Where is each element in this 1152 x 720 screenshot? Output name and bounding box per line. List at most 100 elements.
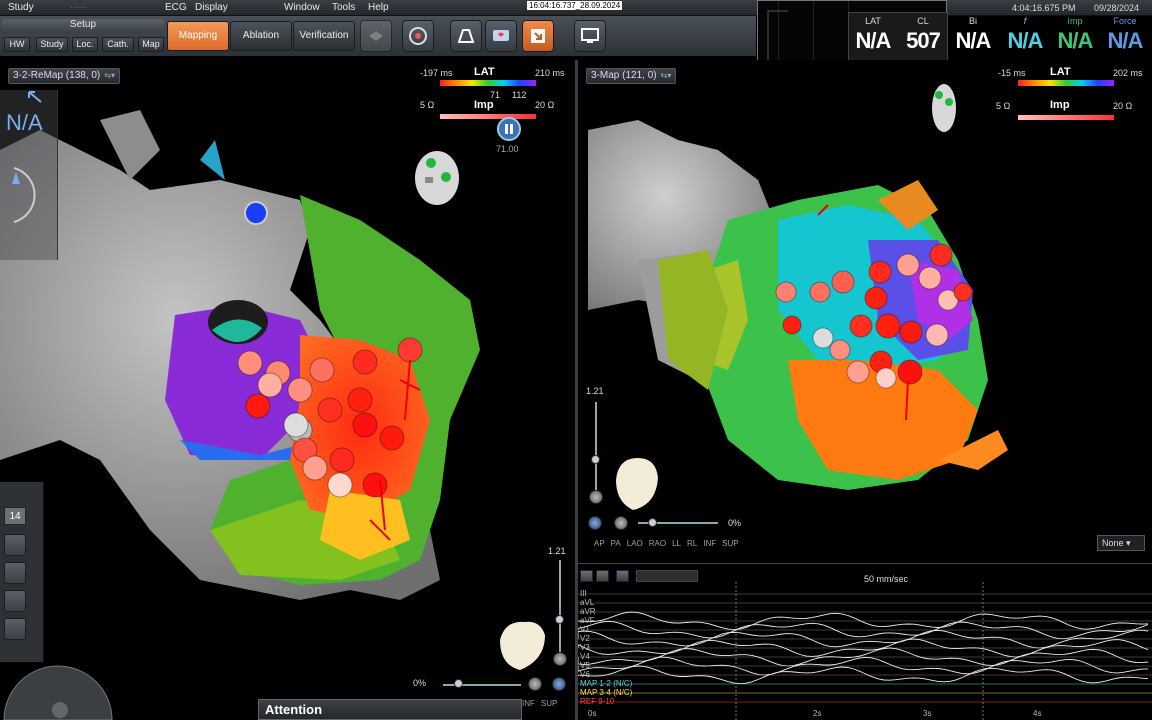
menu-ecg[interactable]: ECG <box>165 2 187 13</box>
ablation-point <box>362 472 388 498</box>
monitor-icon[interactable] <box>574 20 606 52</box>
left-map-panel[interactable]: 3-2-ReMap (138, 0) ⇆▾ -197 ms LAT 210 ms … <box>0 60 575 720</box>
loc-button[interactable]: Loc. <box>72 37 98 52</box>
pause-value: 71.00 <box>496 144 519 154</box>
left-lat-colorbar[interactable] <box>440 80 536 86</box>
cath-button[interactable]: Cath. <box>102 37 134 52</box>
left-opacity-thumb[interactable] <box>454 679 463 688</box>
menu-study[interactable]: Study <box>8 2 34 13</box>
catheter-icon[interactable] <box>450 20 482 52</box>
menu-window[interactable]: Window <box>284 2 320 13</box>
ecg-time-label: 3s <box>923 709 932 718</box>
ablation-point <box>317 397 343 423</box>
ablation-point <box>953 282 973 302</box>
ablation-point <box>352 349 378 375</box>
right-anatomy-view[interactable] <box>578 60 1152 560</box>
menu-help[interactable]: Help <box>368 2 389 13</box>
right-lat-colorbar[interactable] <box>1018 80 1114 86</box>
right-view-button[interactable] <box>588 516 602 530</box>
right-opacity-thumb[interactable] <box>648 518 657 527</box>
ablation-point <box>809 281 831 303</box>
ablation-point <box>283 412 309 438</box>
right-map-title[interactable]: 3-Map (121, 0) ⇆▾ <box>586 68 677 84</box>
left-imp-colorbar[interactable] <box>440 114 536 119</box>
left-lat-title: LAT <box>474 66 495 78</box>
arrow-icon[interactable] <box>27 90 47 106</box>
pause-icon[interactable] <box>497 117 521 141</box>
readout-panel: LAT N/A CL 507 Bi N/A f N/A Imp N/A Forc… <box>848 12 1152 62</box>
ablation-point <box>237 350 263 376</box>
right-zoom-thumb[interactable] <box>591 455 600 464</box>
projection-dropdown[interactable]: None ▾ <box>1097 535 1145 551</box>
toolbox-number[interactable]: 14 <box>4 507 26 525</box>
left-zoom-down-button[interactable] <box>553 652 567 666</box>
study-button[interactable]: Study <box>36 37 68 52</box>
left-toolbox: 14 <box>0 482 44 662</box>
ablation-point <box>897 359 923 385</box>
compass-dial-icon[interactable] <box>0 160 50 230</box>
ecg-tool-button-2[interactable] <box>596 570 609 582</box>
toolbar: Setup HW Study Loc. Cath. Map Mapping Ab… <box>0 16 756 56</box>
left-zoom-thumb[interactable] <box>555 615 564 624</box>
toolbox-button-1[interactable] <box>4 534 26 556</box>
ablation-button[interactable]: Ablation <box>230 21 292 51</box>
right-imp-colorbar[interactable] <box>1018 115 1114 120</box>
setup-button[interactable]: Setup <box>2 19 164 33</box>
ecg-select[interactable] <box>636 570 698 582</box>
mapping-button[interactable]: Mapping <box>167 21 229 51</box>
right-zoom-value: 1.21 <box>586 386 604 396</box>
ablation-point <box>347 387 373 413</box>
ablation-point <box>875 313 901 339</box>
ablation-point <box>875 367 897 389</box>
left-anatomy-view[interactable] <box>0 60 575 720</box>
export-icon[interactable] <box>522 20 554 52</box>
ablation-point <box>302 455 328 481</box>
right-imp-max: 20 Ω <box>1113 101 1133 111</box>
right-zoom-down-button[interactable] <box>589 490 603 504</box>
readout-force: Force N/A <box>1107 16 1144 53</box>
right-lat-title: LAT <box>1050 66 1071 78</box>
map-button[interactable]: Map <box>138 37 164 52</box>
ablation-point <box>812 327 834 349</box>
right-lat-min: -15 ms <box>998 68 1026 78</box>
right-sphere-button[interactable] <box>614 516 628 530</box>
ablation-point <box>918 266 942 290</box>
left-view-button[interactable] <box>552 677 566 691</box>
left-zoom-slider[interactable] <box>559 560 561 660</box>
ecg-lead-label: aVL <box>580 598 595 607</box>
menu-tools[interactable]: Tools <box>332 2 355 13</box>
orientation-sphere[interactable] <box>415 151 459 205</box>
left-sphere-button[interactable] <box>528 677 542 691</box>
readout-imp: Imp N/A <box>1057 16 1094 53</box>
ecg-traces[interactable] <box>578 582 1152 720</box>
attention-bar[interactable]: Attention <box>258 699 522 720</box>
left-imp-max: 20 Ω <box>535 100 555 110</box>
heart-icon[interactable] <box>485 20 517 52</box>
toolbox-button-2[interactable] <box>4 562 26 584</box>
clock-center: 16:04:16.737_28.09.2024 <box>527 1 623 10</box>
navigation-wheel[interactable] <box>0 660 116 720</box>
right-map-panel[interactable]: 3-Map (121, 0) ⇆▾ -15 ms LAT 202 ms 5 Ω I… <box>578 60 1152 560</box>
ablation-point <box>782 315 802 335</box>
left-map-title[interactable]: 3-2-ReMap (138, 0) ⇆▾ <box>8 68 120 84</box>
toolbox-button-4[interactable] <box>4 618 26 640</box>
right-orientation-sphere[interactable] <box>932 84 956 132</box>
target-icon[interactable] <box>402 20 434 52</box>
menu-display[interactable]: Display <box>195 2 228 13</box>
menu-disabled-1: ····· <box>70 2 87 13</box>
right-zoom-slider[interactable] <box>595 402 597 492</box>
ablation-point <box>846 360 870 384</box>
hw-button[interactable]: HW <box>4 37 30 52</box>
ablation-point <box>896 253 920 277</box>
ecg-lead-label: V5 <box>580 661 590 670</box>
readout-bi: Bi N/A <box>955 16 992 53</box>
right-imp-title: Imp <box>1050 99 1070 111</box>
left-lat-max: 210 ms <box>535 68 565 78</box>
ecg-tool-button-1[interactable] <box>580 570 593 582</box>
toolbox-button-3[interactable] <box>4 590 26 612</box>
verification-button[interactable]: Verification <box>293 21 355 51</box>
ecg-tool-button-3[interactable] <box>616 570 629 582</box>
heart-orientation-icon[interactable] <box>500 621 545 670</box>
right-heart-orientation-icon[interactable] <box>616 458 658 510</box>
ecg-panel[interactable]: 50 mm/sec III aVL aVR aVF V1 V2 V3 V4 V5 V6 MAP 1-… <box>578 563 1152 720</box>
